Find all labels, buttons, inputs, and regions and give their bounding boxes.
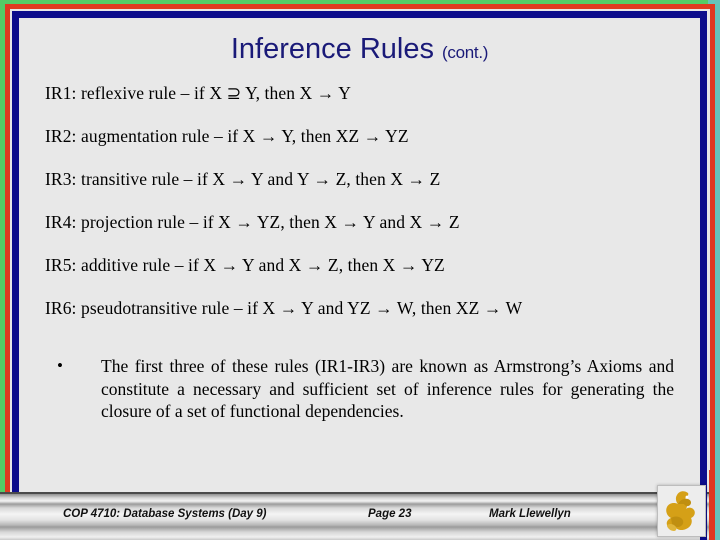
footer-strip-red xyxy=(709,470,715,540)
bullet-paragraph: The first three of these rules (IR1-IR3)… xyxy=(101,356,674,421)
bullet-marker-icon: • xyxy=(57,356,63,375)
footer-strip-teal xyxy=(715,470,720,540)
pegasus-logo-icon xyxy=(666,491,695,531)
footer-page-number: Page 23 xyxy=(368,508,412,520)
slide-canvas: Inference Rules (cont.) IR1: reflexive r… xyxy=(0,0,720,540)
footer-author-label: Mark Llewellyn xyxy=(489,508,571,520)
inference-rules-list: IR1: reflexive rule – if X ⊇ Y, then X →… xyxy=(45,83,685,343)
pegasus-logo xyxy=(657,485,706,537)
page-title-suffix: (cont.) xyxy=(442,43,489,62)
rule-item-ir4: IR4: projection rule – if X → YZ, then X… xyxy=(45,212,460,232)
page-title: Inference Rules (cont.) xyxy=(19,33,700,66)
footer-top-rule xyxy=(0,492,720,494)
slide-content: Inference Rules (cont.) IR1: reflexive r… xyxy=(19,18,700,522)
rule-item-ir2: IR2: augmentation rule – if X → Y, then … xyxy=(45,126,409,146)
footer-course-label: COP 4710: Database Systems (Day 9) xyxy=(63,508,267,520)
summary-bullet: • The first three of these rules (IR1-IR… xyxy=(45,355,674,423)
rule-item-ir5: IR5: additive rule – if X → Y and X → Z,… xyxy=(45,255,445,275)
rule-item-ir6: IR6: pseudotransitive rule – if X → Y an… xyxy=(45,298,523,318)
rule-item-ir3: IR3: transitive rule – if X → Y and Y → … xyxy=(45,169,441,189)
page-title-main: Inference Rules xyxy=(230,33,434,65)
rule-item-ir1: IR1: reflexive rule – if X ⊇ Y, then X →… xyxy=(45,83,351,103)
